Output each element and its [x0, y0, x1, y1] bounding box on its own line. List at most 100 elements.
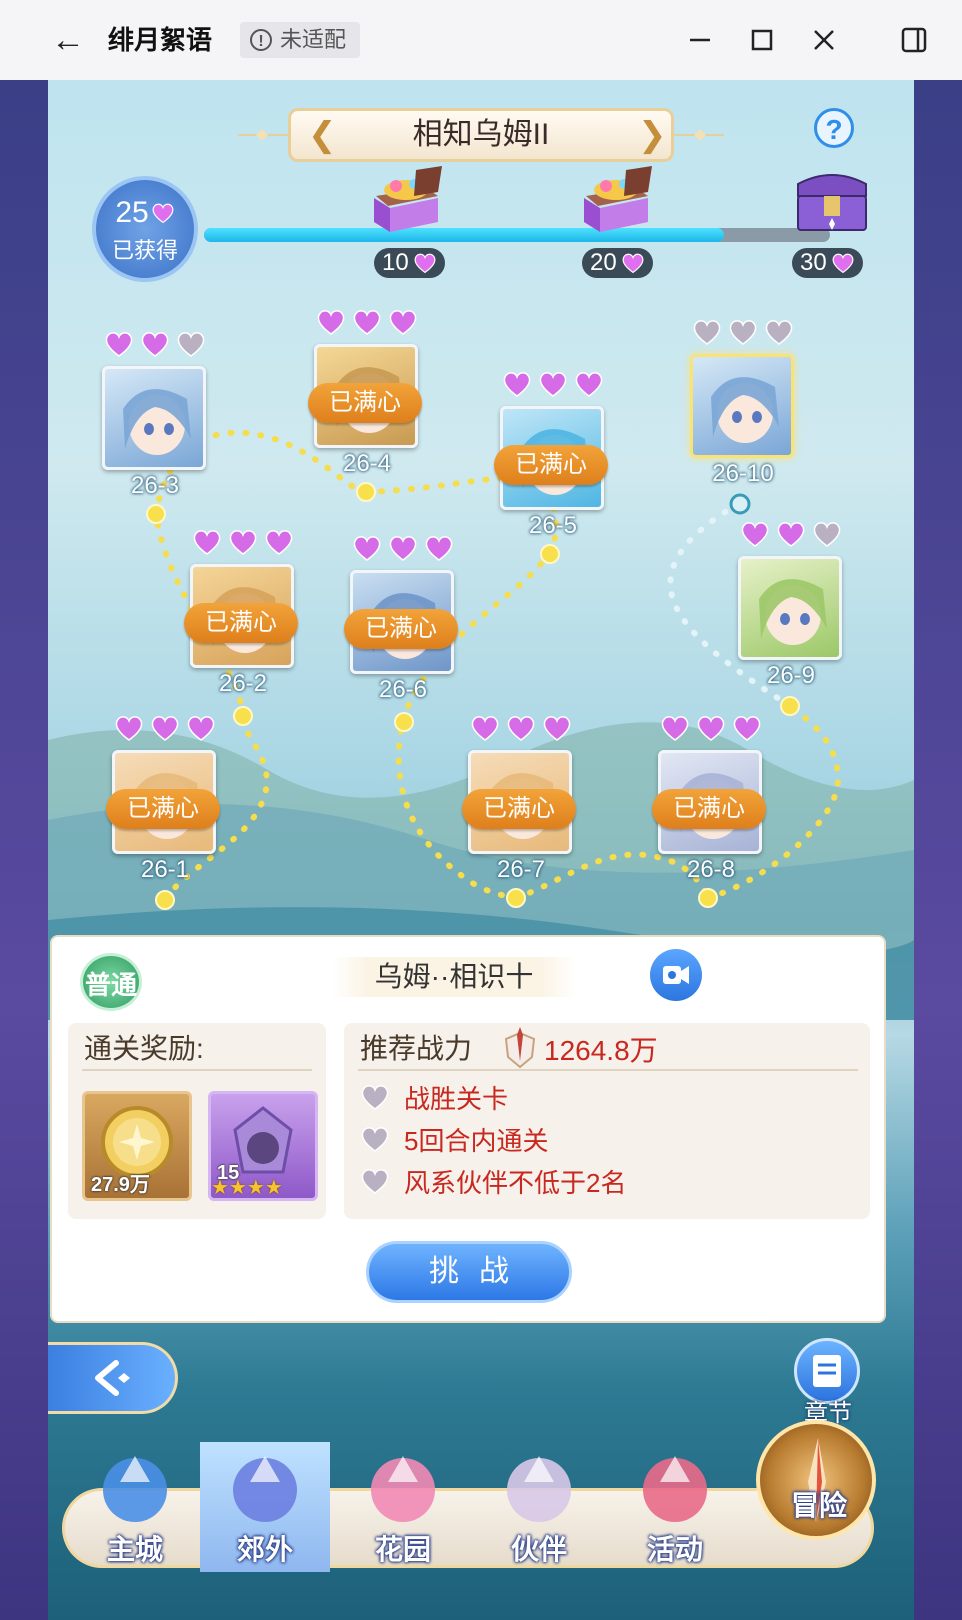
heart-empty-icon: [813, 522, 841, 547]
heart-filled-icon: [353, 536, 381, 561]
heart-empty-icon: [361, 1127, 389, 1152]
heart-filled-icon: [115, 716, 143, 741]
heart-filled-icon: [661, 716, 689, 741]
level-label: 26-8: [686, 856, 736, 883]
heart-filled-icon: [105, 332, 133, 357]
heart-filled-icon: [733, 716, 761, 741]
heart-garden-icon: [371, 1456, 435, 1522]
info-icon: !: [250, 29, 272, 51]
nav-item[interactable]: 花园: [338, 1442, 468, 1572]
heart-filled-icon: [229, 530, 257, 555]
stage-info-panel: 普通 乌姆··相识十 通关奖励: 27.9万 15 ★ ★ ★ ★ 推荐战力 1…: [50, 935, 886, 1323]
level-hearts: [688, 318, 798, 350]
character-portrait: [690, 354, 794, 458]
video-camera-glyph: [663, 966, 689, 984]
star-icon: ★: [228, 1177, 247, 1199]
chapter-title: 相知乌姆II: [412, 118, 550, 151]
side-panel-icon[interactable]: [894, 20, 934, 60]
level-label: 26-3: [130, 472, 180, 499]
heart-icon: [414, 253, 436, 274]
return-button[interactable]: [48, 1342, 178, 1414]
heart-empty-icon: [177, 332, 205, 357]
heart-filled-icon: [471, 716, 499, 741]
level-hearts: [100, 330, 210, 362]
chapter-button[interactable]: [794, 1338, 860, 1404]
treasure-chest-icon[interactable]: [576, 166, 656, 236]
requirement-text: 5回合内通关: [404, 1125, 549, 1156]
character-portrait-art: [759, 579, 827, 645]
level-label: 26-5: [528, 512, 578, 539]
full-hearts-badge: 已满心: [462, 789, 576, 829]
milestone-20: 20: [582, 248, 653, 278]
heart-icon: [622, 253, 644, 274]
question-icon[interactable]: ?: [814, 108, 854, 148]
chapter-banner: 相知乌姆II ❮ ❯: [238, 108, 724, 162]
heart-filled-icon: [697, 716, 725, 741]
heart-empty-icon: [361, 1169, 389, 1194]
compat-badge-label: 未适配: [280, 27, 347, 52]
heart-empty-icon: [361, 1085, 389, 1110]
chevron-left-icon[interactable]: ❮: [308, 116, 337, 154]
stage-name: 乌姆··相识十: [332, 957, 576, 997]
back-arrow-icon[interactable]: ←: [48, 22, 88, 58]
right-backdrop: [914, 80, 962, 1620]
close-icon[interactable]: [804, 20, 844, 60]
nav-item[interactable]: 伙伴: [474, 1442, 604, 1572]
minimize-icon[interactable]: [680, 20, 720, 60]
star-icon: ★: [246, 1177, 265, 1199]
left-backdrop: [0, 80, 48, 1620]
castle-icon: [103, 1456, 167, 1522]
compat-badge[interactable]: ! 未适配: [240, 22, 361, 58]
reward-gold-coin[interactable]: 27.9万: [82, 1091, 192, 1201]
level-label: 26-6: [378, 676, 428, 703]
requirement-item: 5回合内通关: [360, 1121, 548, 1157]
sword-shield-icon: [504, 1027, 536, 1069]
requirement-item: 战胜关卡: [360, 1079, 508, 1115]
book-icon: [813, 1355, 841, 1387]
hearts-progress-bar: [204, 228, 830, 242]
heart-filled-icon: [425, 536, 453, 561]
star-icon: ★: [211, 1177, 229, 1199]
heart-filled-icon: [503, 372, 531, 397]
game-viewport: 相知乌姆II ❮ ❯ ? 25 已获得 10 20 30 已满心 26-1 已满…: [48, 80, 914, 1620]
heart-filled-icon: [151, 716, 179, 741]
level-label: 26-4: [342, 450, 392, 477]
heart-filled-icon: [777, 522, 805, 547]
crystal-stars: ★ ★ ★ ★: [211, 1178, 283, 1198]
heart-icon: [832, 253, 854, 274]
treasure-chest-locked-icon[interactable]: [792, 166, 872, 236]
milestone-30: 30: [792, 248, 863, 278]
heart-filled-icon: [543, 716, 571, 741]
back-arrow-icon: [95, 1360, 130, 1396]
hearts-obtained-label: 已获得: [111, 238, 178, 263]
heart-filled-icon: [187, 716, 215, 741]
reward-purple-crystal[interactable]: 15 ★ ★ ★ ★: [208, 1091, 318, 1201]
milestone-10: 10: [374, 248, 445, 278]
nav-item[interactable]: 郊外: [200, 1442, 330, 1572]
star-icon: ★: [264, 1177, 283, 1199]
challenge-button[interactable]: 挑战: [366, 1241, 572, 1303]
character-portrait: [738, 556, 842, 660]
nav-label: 郊外: [236, 1534, 293, 1565]
chevron-right-icon[interactable]: ❯: [638, 116, 667, 154]
heart-filled-icon: [141, 332, 169, 357]
character-portrait: [102, 366, 206, 470]
partner-portrait-icon: [507, 1456, 571, 1522]
level-label: 26-9: [766, 662, 816, 689]
maximize-icon[interactable]: [742, 20, 782, 60]
nav-label: 伙伴: [510, 1534, 567, 1565]
treasure-chest-icon[interactable]: [366, 166, 446, 236]
full-hearts-badge: 已满心: [106, 789, 220, 829]
heart-filled-icon: [741, 522, 769, 547]
nav-adventure[interactable]: 冒险: [756, 1420, 876, 1540]
full-hearts-badge: 已满心: [344, 609, 458, 649]
nav-item[interactable]: 活动: [610, 1442, 740, 1572]
level-hearts: [188, 528, 298, 560]
level-label: 26-7: [496, 856, 546, 883]
heart-filled-icon: [507, 716, 535, 741]
nav-item[interactable]: 主城: [70, 1442, 200, 1572]
level-hearts: [110, 714, 220, 746]
video-camera-icon[interactable]: [650, 949, 702, 1001]
heart-filled-icon: [265, 530, 293, 555]
nav-label: 主城: [106, 1534, 163, 1565]
